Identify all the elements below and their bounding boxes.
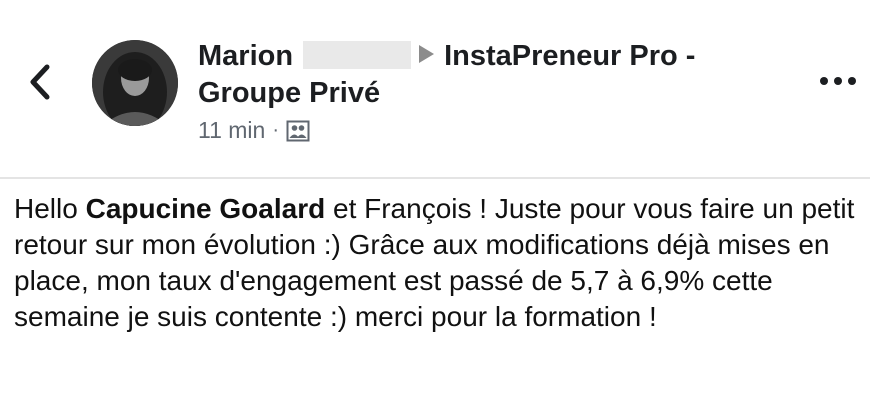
header-divider bbox=[0, 177, 870, 179]
post-meta: 11 min · bbox=[198, 117, 310, 144]
post-time[interactable]: 11 min bbox=[198, 117, 265, 144]
triangle-arrow-icon bbox=[419, 45, 435, 63]
mention-link[interactable]: Capucine Goalard bbox=[86, 193, 326, 224]
meta-separator: · bbox=[272, 119, 279, 141]
redacted-surname bbox=[303, 41, 412, 69]
more-options-button[interactable] bbox=[816, 66, 860, 96]
back-button[interactable] bbox=[20, 58, 60, 106]
author-name[interactable]: Marion bbox=[198, 40, 293, 72]
post-body: Hello Capucine Goalard et François ! Jus… bbox=[14, 191, 860, 335]
more-dots-icon bbox=[820, 77, 856, 85]
post-header: Marion InstaPreneur Pro - Groupe Privé 11… bbox=[0, 0, 870, 176]
chevron-left-icon bbox=[30, 64, 50, 100]
avatar[interactable] bbox=[92, 40, 178, 126]
avatar-photo bbox=[92, 40, 178, 126]
group-audience-icon bbox=[286, 120, 310, 141]
post-title: Marion InstaPreneur Pro - Groupe Privé bbox=[198, 38, 778, 112]
post-greeting: Hello bbox=[14, 193, 78, 224]
